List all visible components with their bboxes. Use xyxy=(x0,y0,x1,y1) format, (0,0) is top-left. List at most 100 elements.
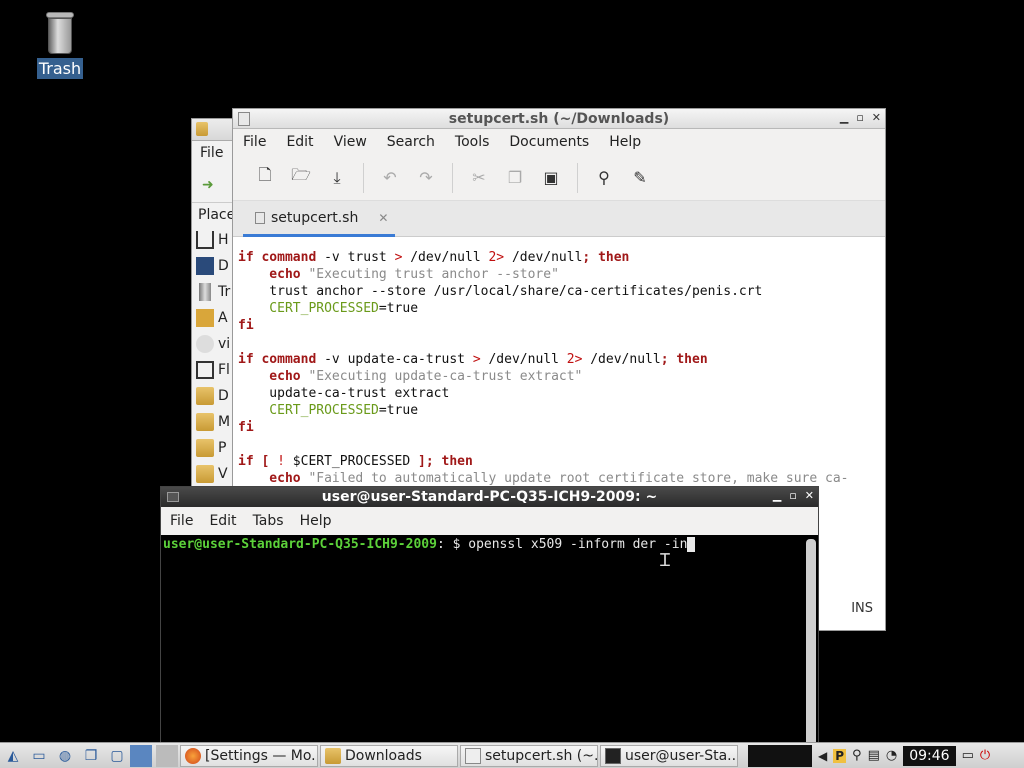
search-icon[interactable]: ⚲ xyxy=(852,748,862,763)
save-icon[interactable]: ⤓ xyxy=(319,163,355,193)
minimize-all-icon[interactable]: ▢ xyxy=(104,745,130,767)
taskbar-separator xyxy=(156,744,178,767)
open-file-icon[interactable]: 🗁 xyxy=(283,163,319,193)
home-icon xyxy=(196,231,214,249)
paste-icon[interactable]: ▣ xyxy=(533,163,569,193)
fm-place-label: H xyxy=(218,232,229,248)
terminal-icon xyxy=(605,747,621,764)
fm-place-label: Fl xyxy=(218,362,230,378)
maximize-icon[interactable]: ▫ xyxy=(856,111,863,124)
insert-mode-indicator: INS xyxy=(851,601,873,616)
maximize-icon[interactable]: ▫ xyxy=(789,489,796,502)
search-icon[interactable]: ⚲ xyxy=(586,163,622,193)
code-line: update-ca-trust extract xyxy=(238,386,450,401)
back-icon[interactable]: ➜ xyxy=(202,177,214,193)
tab-label: setupcert.sh xyxy=(271,209,359,226)
system-tray: ◀ P ⚲ ▤ ◔ 09:46 ▭ ⏻ xyxy=(748,744,990,767)
term-menu-tabs[interactable]: Tabs xyxy=(244,513,291,529)
fm-place-label: V xyxy=(218,466,228,482)
text-cursor xyxy=(687,537,696,552)
term-menu-edit[interactable]: Edit xyxy=(200,513,243,529)
floppy-icon xyxy=(196,361,214,379)
code-line: fi xyxy=(238,318,254,333)
disc-icon xyxy=(196,335,214,353)
cut-icon[interactable]: ✂ xyxy=(461,163,497,193)
toolbar-separator xyxy=(363,162,364,193)
term-menu-help[interactable]: Help xyxy=(291,513,339,529)
code-line: echo "Failed to automatically update roo… xyxy=(238,471,849,486)
code-line: trust anchor --store /usr/local/share/ca… xyxy=(238,284,763,299)
folder-icon xyxy=(196,122,208,136)
tab-close-icon[interactable]: ✕ xyxy=(378,211,388,225)
menu-view[interactable]: View xyxy=(324,134,377,150)
fm-place-label: D xyxy=(218,388,229,404)
text-editor-icon xyxy=(465,747,481,764)
fm-place-label: Tr xyxy=(218,284,231,300)
terminal-window[interactable]: user@user-Standard-PC-Q35-ICH9-2009: ~ ▁… xyxy=(160,486,819,768)
folder-icon xyxy=(196,439,214,457)
terminal-menubar: File Edit Tabs Help xyxy=(161,507,818,535)
code-line: CERT_PROCESSED=true xyxy=(238,403,419,418)
code-line: echo "Executing trust anchor --store" xyxy=(238,267,559,282)
fm-place-label: A xyxy=(218,310,228,326)
taskbar-item-editor[interactable]: setupcert.sh (~... xyxy=(460,744,598,767)
window-switch-icon[interactable]: ❐ xyxy=(78,745,104,767)
folder-icon xyxy=(325,747,341,764)
show-desktop-icon[interactable] xyxy=(130,744,152,767)
clipboard-icon[interactable]: ▤ xyxy=(868,748,880,763)
network-icon[interactable]: ◔ xyxy=(886,748,897,763)
screen-lock-icon[interactable]: ▭ xyxy=(962,748,974,763)
copy-icon[interactable]: ❐ xyxy=(497,163,533,193)
shell-prompt: user@user-Standard-PC-Q35-ICH9-2009 xyxy=(163,537,437,552)
file-manager-launcher-icon[interactable]: ▭ xyxy=(26,745,52,767)
start-menu-icon[interactable]: ◭ xyxy=(0,745,26,767)
folder-icon xyxy=(196,413,214,431)
clock[interactable]: 09:46 xyxy=(903,745,956,766)
redo-icon[interactable]: ↷ xyxy=(408,163,444,193)
menu-edit[interactable]: Edit xyxy=(276,134,323,150)
menu-tools[interactable]: Tools xyxy=(445,134,500,150)
trash-desktop-icon[interactable]: Trash xyxy=(36,12,84,79)
volume-icon[interactable]: ◀ xyxy=(818,749,827,763)
toolbar-separator xyxy=(452,162,453,193)
menu-file[interactable]: File xyxy=(233,134,276,150)
minimize-icon[interactable]: ▁ xyxy=(840,111,848,124)
taskbar-item-settings[interactable]: [Settings — Mo... xyxy=(180,744,318,767)
taskbar-item-label: Downloads xyxy=(345,747,422,764)
terminal-scrollbar[interactable] xyxy=(806,539,816,765)
code-line: fi xyxy=(238,420,254,435)
minimize-icon[interactable]: ▁ xyxy=(773,489,781,502)
package-icon[interactable]: P xyxy=(833,748,847,763)
undo-icon[interactable]: ↶ xyxy=(372,163,408,193)
close-icon[interactable]: ✕ xyxy=(805,489,814,502)
taskbar-item-downloads[interactable]: Downloads xyxy=(320,744,458,767)
taskbar-item-terminal[interactable]: user@user-Sta... xyxy=(600,744,738,767)
terminal-titlebar[interactable]: user@user-Standard-PC-Q35-ICH9-2009: ~ ▁… xyxy=(161,487,818,507)
trash-icon xyxy=(46,12,74,54)
applications-icon xyxy=(196,309,214,327)
tab-setupcert[interactable]: setupcert.sh ✕ xyxy=(243,201,395,237)
browser-launcher-icon[interactable]: ◍ xyxy=(52,745,78,767)
folder-icon xyxy=(196,387,214,405)
terminal-icon xyxy=(167,492,179,502)
editor-title: setupcert.sh (~/Downloads) xyxy=(448,110,670,127)
editor-menubar: File Edit View Search Tools Documents He… xyxy=(233,129,885,155)
tray-blank-area xyxy=(748,744,812,767)
code-editor[interactable]: if command -v trust > /dev/null 2> /dev/… xyxy=(238,249,878,487)
trash-icon xyxy=(199,283,211,301)
editor-titlebar[interactable]: setupcert.sh (~/Downloads) ▁ ▫ ✕ xyxy=(233,109,885,129)
term-menu-file[interactable]: File xyxy=(161,513,200,529)
taskbar-item-label: setupcert.sh (~... xyxy=(485,747,598,764)
terminal-screen[interactable]: user@user-Standard-PC-Q35-ICH9-2009: $ o… xyxy=(161,535,805,767)
menu-help[interactable]: Help xyxy=(599,134,651,150)
replace-icon[interactable]: ✎ xyxy=(622,163,658,193)
menu-search[interactable]: Search xyxy=(377,134,445,150)
code-line: CERT_PROCESSED=true xyxy=(238,301,419,316)
new-file-icon[interactable]: 🗋 xyxy=(247,163,283,193)
code-line: if command -v update-ca-trust > /dev/nul… xyxy=(238,352,708,367)
close-icon[interactable]: ✕ xyxy=(872,111,881,124)
code-line: if [ ! $CERT_PROCESSED ]; then xyxy=(238,454,473,469)
menu-documents[interactable]: Documents xyxy=(499,134,599,150)
power-icon[interactable]: ⏻ xyxy=(980,748,990,763)
